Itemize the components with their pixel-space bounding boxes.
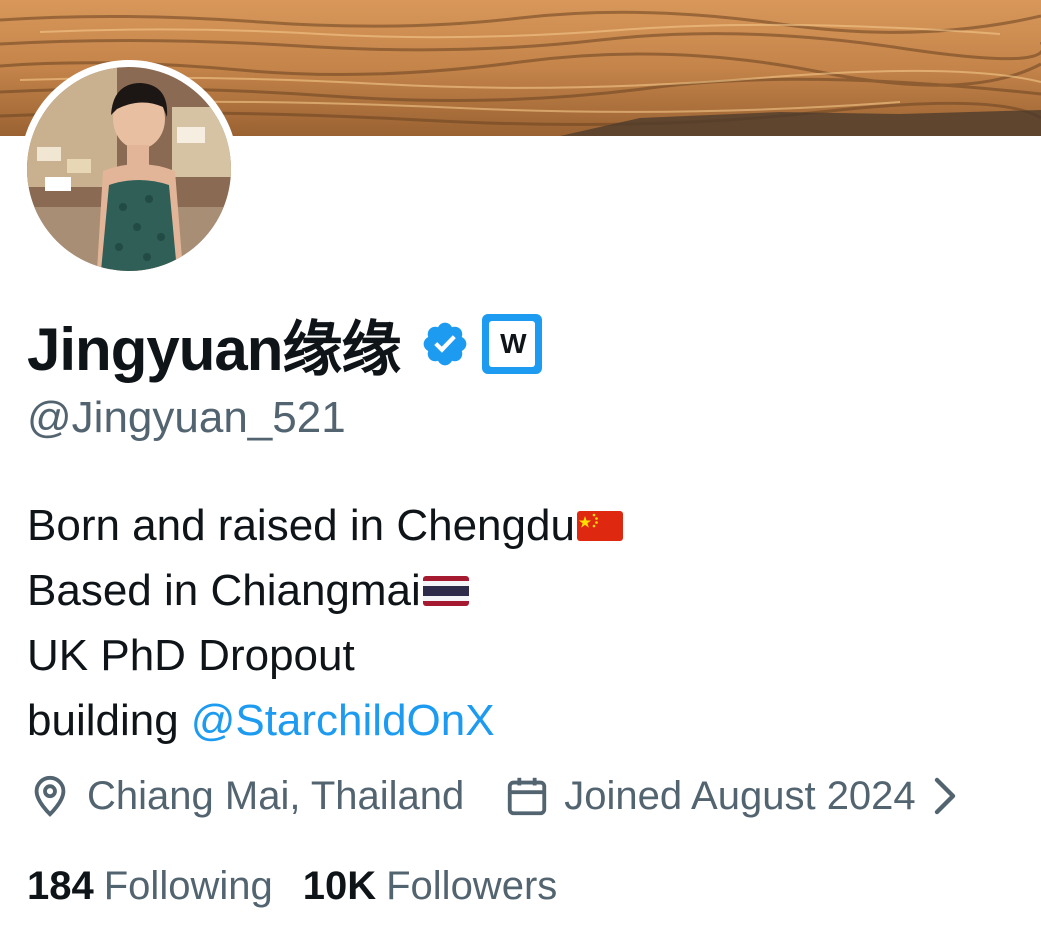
bio-line: Based in Chiangmai	[27, 558, 623, 623]
bio-mention-link[interactable]: @StarchildOnX	[191, 688, 495, 753]
affiliation-badge[interactable]: W	[482, 314, 543, 374]
bio-line: Born and raised in Chengdu	[27, 493, 623, 558]
bio-text: Born and raised in Chengdu	[27, 501, 575, 550]
joined-text: Joined August 2024	[564, 773, 916, 818]
bio-text: building	[27, 696, 179, 745]
bio-line: building @StarchildOnX	[27, 688, 623, 753]
bio-text: UK PhD Dropout	[27, 631, 355, 680]
verified-badge-icon[interactable]	[420, 319, 470, 369]
profile-handle: @Jingyuan_521	[27, 393, 346, 442]
joined-item[interactable]: Joined August 2024	[504, 773, 959, 819]
following-count: 184	[27, 863, 94, 908]
avatar-photo	[27, 67, 231, 271]
following-label: Following	[103, 863, 273, 908]
location-pin-icon	[34, 775, 66, 817]
thailand-flag-icon	[422, 575, 469, 606]
bio-line: UK PhD Dropout	[27, 623, 623, 688]
bio-text: Based in Chiangmai	[27, 566, 421, 615]
profile-meta-row: Chiang Mai, Thailand Joined August 2024	[27, 768, 960, 824]
profile-bio: Born and raised in Chengdu Based in Chia…	[27, 493, 623, 753]
followers-link[interactable]: 10K Followers	[303, 864, 558, 909]
calendar-icon	[508, 777, 547, 816]
location-text: Chiang Mai, Thailand	[87, 773, 465, 818]
display-name: Jingyuan缘缘	[27, 315, 401, 383]
chevron-right-icon	[934, 777, 955, 815]
name-row: Jingyuan缘缘 W	[27, 304, 543, 384]
followers-label: Followers	[386, 863, 558, 908]
location-item: Chiang Mai, Thailand	[27, 773, 464, 819]
following-link[interactable]: 184 Following	[27, 864, 273, 909]
followers-count: 10K	[302, 863, 377, 908]
affiliation-badge-logo: W	[489, 321, 536, 367]
profile-stats-row: 184 Following 10K Followers	[27, 858, 557, 914]
china-flag-icon	[576, 510, 623, 541]
avatar[interactable]	[27, 67, 231, 271]
